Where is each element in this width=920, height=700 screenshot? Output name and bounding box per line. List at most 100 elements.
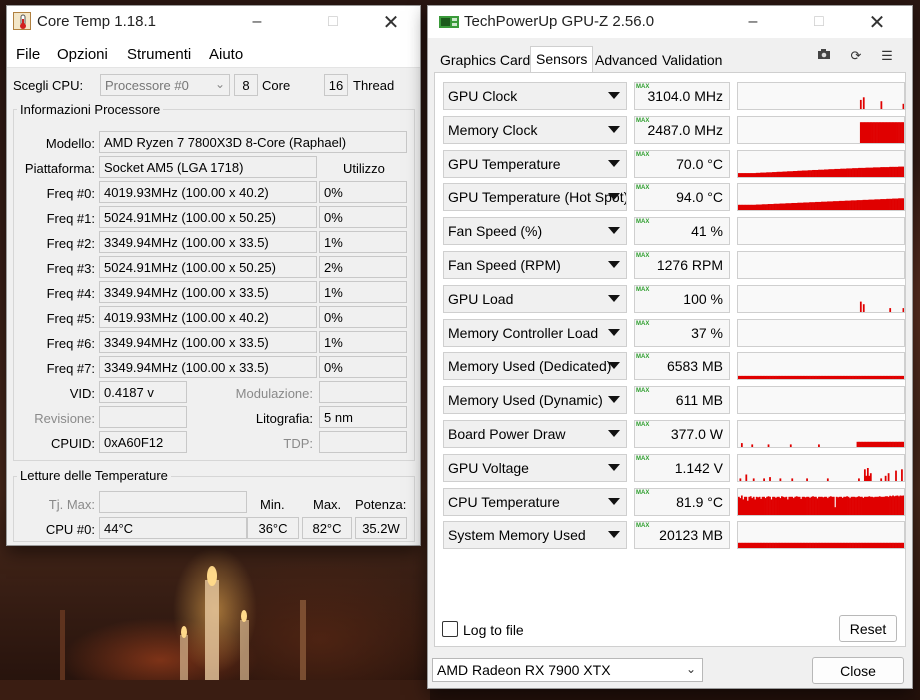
sensor-name-dropdown[interactable]: Memory Controller Load — [443, 318, 627, 347]
sensor-name-dropdown[interactable]: Fan Speed (%) — [443, 217, 627, 246]
sensor-value: 81.9 °C — [676, 493, 723, 510]
sensor-name-dropdown[interactable]: GPU Voltage — [443, 453, 627, 482]
log-to-file-checkbox[interactable] — [442, 621, 458, 637]
sensor-name-dropdown[interactable]: GPU Temperature — [443, 149, 627, 178]
sensor-name-dropdown[interactable]: GPU Load — [443, 284, 627, 313]
graph-bar — [902, 495, 904, 515]
vid-label: VID: — [69, 386, 95, 401]
sensor-name: System Memory Used — [448, 527, 586, 544]
cpu-select-label: Scegli CPU: — [13, 78, 84, 93]
gpu-z-titlebar[interactable]: TechPowerUp GPU-Z 2.56.0 – □ ✕ — [428, 6, 912, 38]
sensor-name-dropdown[interactable]: GPU Clock — [443, 82, 627, 110]
graph-bar — [902, 103, 904, 109]
max-badge: MAX — [636, 523, 650, 530]
core-usage-value: 0% — [319, 306, 407, 328]
sensor-value-box: MAX 611 MB — [634, 386, 730, 415]
menu-file[interactable]: File — [16, 46, 40, 63]
freq-label: Freq #0: — [46, 186, 95, 201]
graph-bar — [901, 469, 903, 481]
maximize-button[interactable]: □ — [310, 6, 356, 38]
close-window-button[interactable]: Close — [812, 657, 904, 684]
core-usage-value: 1% — [319, 231, 407, 253]
sensor-name: Board Power Draw — [448, 426, 566, 442]
sensor-name-dropdown[interactable]: Fan Speed (RPM) — [443, 251, 627, 279]
menu-options[interactable]: Opzioni — [57, 46, 108, 63]
minimize-button[interactable]: – — [730, 6, 776, 38]
freq-label: Freq #1: — [46, 211, 95, 226]
minimize-icon: – — [748, 13, 758, 30]
sensor-name-dropdown[interactable]: Memory Used (Dynamic) — [443, 386, 627, 415]
sensor-value: 6583 MB — [666, 358, 723, 375]
dropdown-arrow-icon — [608, 328, 620, 336]
core-count: 8 — [234, 74, 258, 96]
sensor-name: GPU Clock — [448, 88, 518, 104]
tab-validation[interactable]: Validation — [662, 52, 722, 68]
sensor-name-dropdown[interactable]: Memory Used (Dedicated) — [443, 352, 627, 381]
sensor-row: CPU Temperature MAX 81.9 °C — [443, 487, 905, 516]
graph-bar — [862, 303, 865, 312]
sensor-value: 20123 MB — [659, 527, 723, 544]
sensor-row: GPU Clock MAX 3104.0 MHz — [443, 82, 905, 110]
close-button[interactable]: ✕ — [854, 6, 900, 38]
close-icon: ✕ — [382, 11, 400, 34]
graph-bar — [769, 476, 771, 481]
core-temp-titlebar[interactable]: Core Temp 1.18.1 – □ ✕ — [7, 6, 420, 38]
dropdown-arrow-icon — [608, 396, 620, 404]
close-icon: ✕ — [868, 11, 886, 34]
core-usage-value: 0% — [319, 356, 407, 378]
sensor-name: GPU Load — [448, 290, 514, 307]
minimize-icon: – — [252, 13, 262, 30]
core-temp-value: 44°C — [99, 517, 247, 539]
maximize-button[interactable]: □ — [796, 6, 842, 38]
sensor-name: Memory Used (Dedicated) — [448, 358, 612, 375]
tdp-value — [319, 431, 407, 453]
sensor-name: Fan Speed (%) — [448, 223, 543, 240]
freq-value: 4019.93MHz (100.00 x 40.2) — [99, 306, 317, 328]
sensor-row: GPU Temperature (Hot Spot) MAX 94.0 °C — [443, 183, 905, 212]
sensor-graph — [737, 352, 905, 381]
lithography-label: Litografia: — [255, 411, 313, 426]
maximize-icon: □ — [328, 13, 338, 30]
sensor-name-dropdown[interactable]: Board Power Draw — [443, 420, 627, 448]
sensor-name-dropdown[interactable]: GPU Temperature (Hot Spot) — [443, 183, 627, 212]
sensor-graph — [737, 115, 905, 144]
sensor-name: GPU Temperature (Hot Spot) — [448, 189, 627, 206]
dropdown-arrow-icon — [608, 362, 620, 370]
platform-value: Socket AM5 (LGA 1718) — [99, 156, 317, 178]
sensor-name-dropdown[interactable]: Memory Clock — [443, 115, 627, 144]
max-badge: MAX — [636, 455, 650, 462]
sensor-name-dropdown[interactable]: System Memory Used — [443, 521, 627, 550]
sensor-graph — [737, 284, 905, 313]
freq-value: 4019.93MHz (100.00 x 40.2) — [99, 181, 317, 203]
graph-bar — [902, 376, 904, 380]
core-label: Core — [262, 78, 291, 93]
graph-bar — [818, 444, 820, 447]
camera-icon[interactable] — [816, 48, 832, 64]
sensor-name-dropdown[interactable]: CPU Temperature — [443, 487, 627, 516]
sensor-value-box: MAX 377.0 W — [634, 420, 730, 448]
menu-tools[interactable]: Strumenti — [127, 46, 191, 63]
graph-bar — [902, 198, 904, 211]
cpu-select[interactable]: Processore #0 ⌄ — [100, 74, 230, 96]
freq-label: Freq #2: — [46, 236, 95, 251]
reset-button[interactable]: Reset — [839, 615, 897, 642]
tab-sensors[interactable]: Sensors — [530, 46, 594, 72]
close-button[interactable]: ✕ — [368, 6, 414, 38]
graph-bar — [763, 478, 765, 481]
tjmax-label: Tj. Max: — [48, 497, 95, 512]
freq-label: Freq #4: — [46, 286, 95, 301]
max-badge: MAX — [636, 286, 650, 293]
vid-value: 0.4187 v — [99, 381, 187, 403]
log-to-file-label: Log to file — [463, 622, 524, 638]
sensor-value-box: MAX 1.142 V — [634, 453, 730, 482]
sensor-value-box: MAX 100 % — [634, 284, 730, 313]
menu-icon[interactable]: ☰ — [879, 48, 895, 64]
tab-graphics-card[interactable]: Graphics Card — [440, 52, 530, 68]
dropdown-arrow-icon — [608, 92, 620, 99]
gpu-select[interactable]: AMD Radeon RX 7900 XTX ⌄ — [432, 658, 703, 682]
refresh-icon[interactable]: ⟳ — [848, 48, 864, 64]
menu-help[interactable]: Aiuto — [209, 46, 243, 63]
tab-advanced[interactable]: Advanced — [595, 52, 657, 68]
minimize-button[interactable]: – — [234, 6, 280, 38]
graph-bar — [806, 478, 808, 481]
